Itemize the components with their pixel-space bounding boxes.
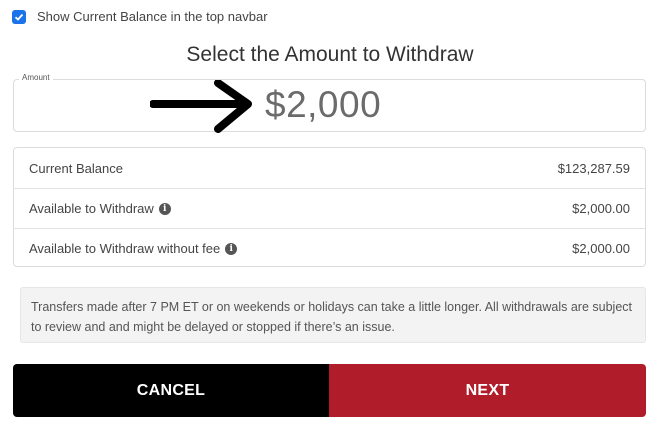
check-icon <box>14 13 24 21</box>
amount-field[interactable]: Amount $2,000 <box>13 73 646 132</box>
current-balance-value: $123,287.59 <box>557 160 630 176</box>
info-icon[interactable]: i <box>225 242 238 255</box>
amount-legend: Amount <box>19 73 53 82</box>
show-balance-label: Show Current Balance in the top navbar <box>37 9 268 24</box>
show-balance-toggle[interactable]: Show Current Balance in the top navbar <box>12 9 268 24</box>
row-label: Current Balance <box>29 161 123 176</box>
balance-row-available-no-fee: Available to Withdraw without fee i $2,0… <box>14 228 645 268</box>
available-value: $2,000.00 <box>572 201 630 216</box>
available-no-fee-label: Available to Withdraw without fee <box>29 241 221 256</box>
balance-table: Current Balance $123,287.59 Available to… <box>13 147 646 267</box>
available-label: Available to Withdraw <box>29 201 154 216</box>
current-balance-label: Current Balance <box>29 160 123 176</box>
arrow-right-icon <box>150 80 252 133</box>
info-icon[interactable]: i <box>158 202 171 215</box>
available-no-fee-value: $2,000.00 <box>572 241 630 256</box>
cancel-button[interactable]: CANCEL <box>13 364 329 417</box>
amount-value[interactable]: $2,000 <box>265 84 381 126</box>
balance-row-current: Current Balance $123,287.59 <box>14 148 645 188</box>
row-label: Available to Withdraw without fee i <box>29 241 238 256</box>
show-balance-checkbox[interactable] <box>12 9 26 24</box>
row-label: Available to Withdraw i <box>29 201 171 216</box>
transfer-notice: Transfers made after 7 PM ET or on weeke… <box>20 287 646 343</box>
next-button[interactable]: NEXT <box>329 364 646 417</box>
balance-row-available: Available to Withdraw i $2,000.00 <box>14 188 645 228</box>
page-title: Select the Amount to Withdraw <box>186 43 474 66</box>
